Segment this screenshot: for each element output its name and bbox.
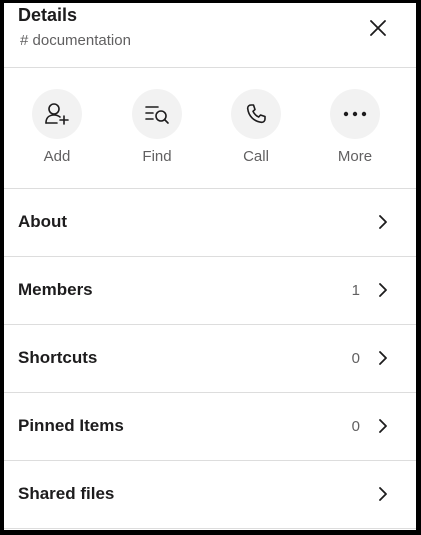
row-label: Pinned Items — [18, 416, 124, 435]
details-header: Details # documentation — [4, 3, 416, 68]
add-button[interactable]: Add — [17, 89, 97, 165]
row-label: Shared files — [18, 484, 115, 503]
call-button-circle[interactable] — [231, 89, 281, 139]
panel-title: Details — [18, 5, 78, 25]
row-members[interactable]: Members 1 — [4, 257, 416, 325]
find-label: Find — [142, 148, 172, 165]
more-button[interactable]: More — [315, 89, 395, 165]
row-label: Shortcuts — [18, 348, 98, 367]
row-label: Members — [18, 280, 93, 299]
find-icon — [145, 106, 169, 124]
call-button[interactable]: Call — [216, 89, 296, 165]
add-label: Add — [43, 148, 71, 165]
more-button-circle[interactable] — [330, 89, 380, 139]
pinned-count: 0 — [351, 418, 360, 435]
close-icon — [370, 20, 386, 36]
find-button[interactable]: Find — [117, 89, 197, 165]
add-button-circle[interactable] — [32, 89, 82, 139]
close-button[interactable] — [364, 14, 392, 42]
members-count: 1 — [351, 282, 360, 299]
details-panel: Details # documentation Add Find Call Mo… — [4, 3, 416, 530]
chevron-right-icon — [379, 283, 387, 297]
shortcuts-count: 0 — [351, 350, 360, 367]
channel-name: # documentation — [20, 32, 131, 49]
find-button-circle[interactable] — [132, 89, 182, 139]
chevron-right-icon — [379, 351, 387, 365]
row-about[interactable]: About — [4, 189, 416, 257]
chevron-right-icon — [379, 487, 387, 501]
row-shortcuts[interactable]: Shortcuts 0 — [4, 325, 416, 393]
phone-icon — [246, 104, 266, 124]
call-label: Call — [243, 148, 269, 165]
row-shared-files[interactable]: Shared files — [4, 461, 416, 529]
more-label: More — [337, 148, 373, 165]
chevron-right-icon — [379, 215, 387, 229]
more-icon — [343, 111, 367, 117]
chevron-right-icon — [379, 419, 387, 433]
row-pinned-items[interactable]: Pinned Items 0 — [4, 393, 416, 461]
row-label: About — [18, 212, 68, 231]
quick-actions: Add Find Call More — [4, 68, 416, 189]
add-user-icon — [45, 103, 69, 125]
